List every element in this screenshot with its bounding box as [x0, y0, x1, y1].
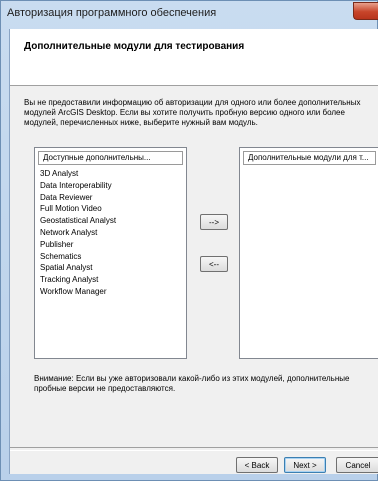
list-item[interactable]: Publisher: [40, 239, 186, 251]
warning-note: Внимание: Если вы уже авторизовали какой…: [34, 374, 378, 394]
back-button[interactable]: < Back: [236, 457, 278, 473]
list-item[interactable]: Schematics: [40, 251, 186, 263]
next-button[interactable]: Next >: [284, 457, 326, 473]
list-item[interactable]: Geostatistical Analyst: [40, 215, 186, 227]
cancel-button[interactable]: Cancel: [336, 457, 378, 473]
selected-modules-list[interactable]: Дополнительные модули для т...: [239, 147, 378, 359]
list-item[interactable]: Data Reviewer: [40, 192, 186, 204]
list-item[interactable]: Full Motion Video: [40, 203, 186, 215]
list-item[interactable]: Network Analyst: [40, 227, 186, 239]
footer-divider: [10, 447, 378, 451]
header-band: Дополнительные модули для тестирования: [10, 29, 378, 86]
add-module-button[interactable]: -->: [200, 214, 228, 230]
available-modules-header[interactable]: Доступные дополнительны...: [38, 151, 183, 165]
list-item[interactable]: Tracking Analyst: [40, 274, 186, 286]
selected-modules-header[interactable]: Дополнительные модули для т...: [243, 151, 376, 165]
close-button[interactable]: [353, 2, 378, 20]
title-bar[interactable]: Авторизация программного обеспечения: [1, 1, 378, 29]
list-item[interactable]: Spatial Analyst: [40, 262, 186, 274]
window-title: Авторизация программного обеспечения: [7, 7, 217, 19]
note-line: пробные версии не предоставляются.: [34, 384, 176, 393]
available-modules-list[interactable]: Доступные дополнительны... 3D Analyst Dat…: [34, 147, 187, 359]
dialog-body: Дополнительные модули для тестирования В…: [9, 29, 378, 474]
remove-module-button[interactable]: <--: [200, 256, 228, 272]
note-line: Внимание: Если вы уже авторизовали какой…: [34, 374, 350, 383]
list-item[interactable]: Workflow Manager: [40, 286, 186, 298]
info-line: модулей, перечисленных ниже, выберите ну…: [24, 118, 258, 127]
info-line: Вы не предоставили информацию об авториз…: [24, 98, 361, 107]
info-line: модулей ArcGIS Desktop. Если вы хотите п…: [24, 108, 345, 117]
page-title: Дополнительные модули для тестирования: [24, 41, 245, 52]
list-item[interactable]: Data Interoperability: [40, 180, 186, 192]
list-item[interactable]: 3D Analyst: [40, 168, 186, 180]
info-text: Вы не предоставили информацию об авториз…: [24, 98, 378, 128]
available-modules-items: 3D Analyst Data Interoperability Data Revi…: [35, 165, 186, 298]
authorization-dialog: Авторизация программного обеспечения Доп…: [0, 0, 378, 481]
